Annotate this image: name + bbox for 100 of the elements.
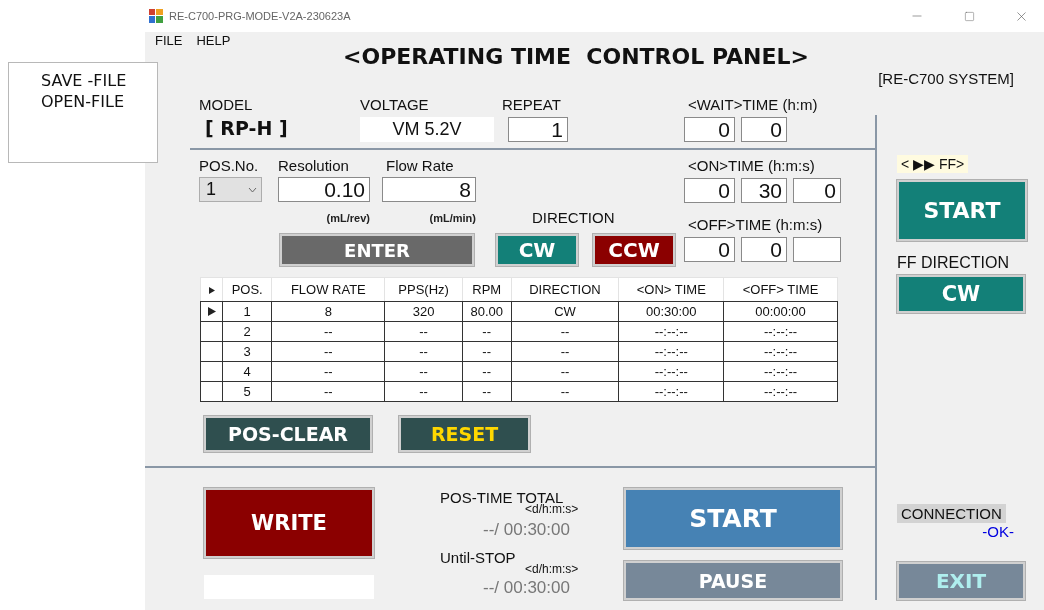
- direction-button[interactable]: CCW: [593, 234, 675, 266]
- row-header[interactable]: [200, 381, 223, 402]
- row-header[interactable]: [200, 321, 223, 342]
- column-header: RPM: [462, 277, 511, 302]
- triangle-right-icon: [208, 287, 215, 294]
- resolution-input[interactable]: 0.10: [278, 177, 370, 202]
- table-cell: 5: [222, 381, 272, 402]
- table-cell: 00:00:00: [723, 301, 838, 322]
- system-label: [RE-C700 SYSTEM]: [878, 70, 1014, 88]
- direction-button[interactable]: CW: [496, 234, 578, 266]
- pos-no-dropdown[interactable]: 1: [199, 177, 262, 202]
- column-header: POS.: [222, 277, 272, 302]
- write-button[interactable]: WRITE: [204, 488, 374, 558]
- time-label: <ON>TIME (h:m:s): [687, 158, 815, 174]
- chevron-down-icon: [248, 186, 257, 193]
- column-header: <ON> TIME: [619, 277, 724, 302]
- table-cell: 320: [384, 301, 463, 322]
- table-cell: --: [462, 341, 511, 362]
- time-input[interactable]: [793, 237, 841, 262]
- voltage-label: VOLTAGE: [360, 97, 430, 113]
- time-label: <OFF>TIME (h:m:s): [687, 217, 823, 233]
- table-cell: --:--:--: [723, 341, 838, 362]
- until-stop-value: --/ 00:30:00: [483, 578, 571, 598]
- file-menu-item[interactable]: SAVE -FILE: [41, 71, 157, 90]
- menu-item[interactable]: FILE: [155, 34, 183, 44]
- repeat-label: REPEAT: [502, 97, 561, 113]
- flow-rate-input[interactable]: 8: [382, 177, 476, 202]
- reset-button[interactable]: RESET: [399, 416, 530, 452]
- table-cell: --: [384, 381, 463, 402]
- window-title: RE-C700-PRG-MODE-V2A-230623A: [169, 10, 352, 22]
- format-label: <d/h:m:s>: [525, 562, 579, 576]
- pos-clear-button[interactable]: POS-CLEAR: [204, 416, 372, 452]
- column-header: <OFF> TIME: [723, 277, 838, 302]
- time-input[interactable]: 0: [793, 178, 841, 203]
- table-cell: --:--:--: [619, 361, 724, 382]
- table-cell: --: [511, 341, 619, 362]
- row-header[interactable]: [200, 361, 223, 382]
- table-cell: --: [462, 381, 511, 402]
- time-input[interactable]: 0: [684, 178, 735, 203]
- panel-title: <OPERATING TIME CONTROL PANEL>: [342, 44, 810, 70]
- table-cell: --: [384, 341, 463, 362]
- time-input[interactable]: 0: [684, 117, 735, 142]
- connection-label: CONNECTION: [897, 504, 1006, 523]
- row-header[interactable]: [200, 301, 223, 322]
- table-cell: --: [511, 381, 619, 402]
- pause-button[interactable]: PAUSE: [624, 561, 842, 600]
- table-cell: CW: [511, 301, 619, 322]
- table-cell: --: [384, 321, 463, 342]
- column-header: DIRECTION: [511, 277, 619, 302]
- table-cell: --: [462, 361, 511, 382]
- file-menu-item[interactable]: OPEN-FILE: [41, 92, 157, 111]
- menu-item[interactable]: HELP: [196, 34, 231, 44]
- unit-label: (mL/rev): [326, 212, 370, 224]
- enter-button[interactable]: ENTER: [280, 234, 474, 266]
- pos-time-total-value: --/ 00:30:00: [483, 520, 571, 540]
- table-cell: 4: [222, 361, 272, 382]
- ff-direction-label: FF DIRECTION: [897, 255, 1010, 271]
- model-value: [ RP-H ]: [204, 117, 289, 139]
- column-header: FLOW RATE: [271, 277, 385, 302]
- table-cell: --: [271, 321, 385, 342]
- table-cell: --: [511, 361, 619, 382]
- row-header[interactable]: [200, 341, 223, 362]
- ff-direction-button[interactable]: CW: [897, 275, 1025, 313]
- column-header: PPS(Hz): [384, 277, 463, 302]
- table-cell: 2: [222, 321, 272, 342]
- table-cell: --: [271, 341, 385, 362]
- current-row-icon: [207, 307, 216, 316]
- table-cell: --: [462, 321, 511, 342]
- start-button[interactable]: START: [624, 488, 842, 549]
- time-input[interactable]: 0: [741, 117, 787, 142]
- connection-status: -OK-: [982, 523, 1014, 540]
- time-input[interactable]: 0: [741, 237, 787, 262]
- table-cell: --: [271, 381, 385, 402]
- table-cell: 8: [271, 301, 385, 322]
- app-icon: [149, 9, 163, 23]
- table-cell: 1: [222, 301, 272, 322]
- repeat-input[interactable]: 1: [508, 117, 568, 142]
- unit-label: (mL/min): [429, 212, 476, 224]
- time-input[interactable]: 30: [741, 178, 787, 203]
- time-label: <WAIT>TIME (h:m): [687, 97, 818, 113]
- table-cell: --:--:--: [723, 321, 838, 342]
- table-cell: --: [271, 361, 385, 382]
- voltage-value: VM 5.2V: [360, 117, 494, 142]
- flow-rate-label: Flow Rate: [385, 158, 455, 175]
- table-cell: --:--:--: [619, 381, 724, 402]
- pos-no-label: POS.No.: [199, 158, 260, 175]
- table-cell: 00:30:00: [619, 301, 724, 322]
- direction-label: DIRECTION: [531, 210, 616, 226]
- table-cell: 3: [222, 341, 272, 362]
- until-stop-label: Until-STOP: [440, 550, 517, 566]
- time-input[interactable]: 0: [684, 237, 735, 262]
- table-cell: --: [384, 361, 463, 382]
- table-cell: --: [511, 321, 619, 342]
- table-cell: 80.00: [462, 301, 511, 322]
- table-cell: --:--:--: [723, 381, 838, 402]
- ff-start-button[interactable]: START: [897, 180, 1027, 241]
- table-cell: --:--:--: [619, 341, 724, 362]
- ff-label: < ▶▶ FF>: [897, 155, 969, 173]
- model-label: MODEL: [199, 97, 254, 113]
- table-cell: --:--:--: [619, 321, 724, 342]
